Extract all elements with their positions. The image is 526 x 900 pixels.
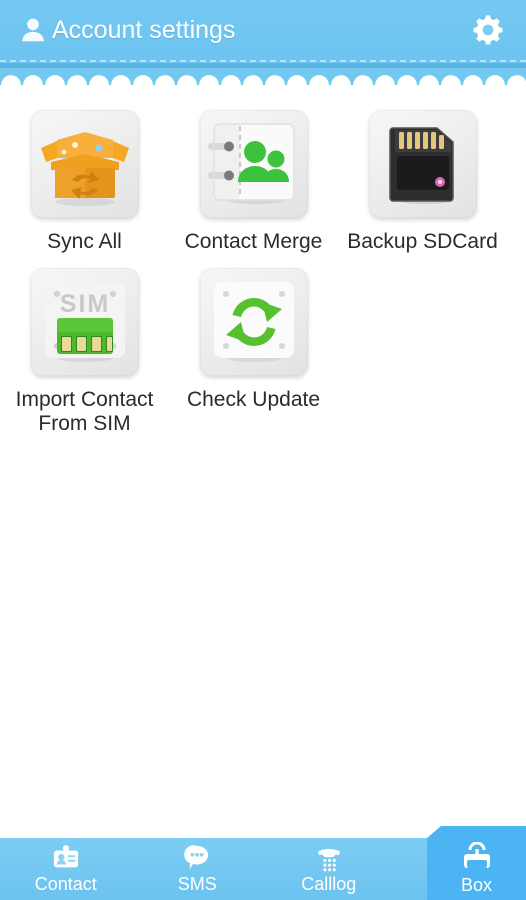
svg-text:SIM: SIM: [59, 290, 109, 318]
grid-item-label: Contact Merge: [184, 230, 323, 253]
nav-item-sms[interactable]: SMS: [132, 838, 264, 900]
person-icon: [22, 18, 44, 42]
nav-item-label: Box: [460, 874, 493, 895]
toolbox-icon: [463, 841, 490, 868]
grid-empty-cell: [338, 254, 507, 436]
sdcard-tile: [368, 110, 477, 218]
sync-box-icon: [40, 132, 129, 206]
grid-item-sync-all[interactable]: Sync All: [0, 96, 169, 254]
header-scallop-base: [0, 85, 526, 88]
grid-item-check-update[interactable]: Check Update: [169, 254, 338, 436]
app-root: Account settings Sync All Contact Merge …: [0, 0, 526, 900]
contact-book-icon: [207, 123, 295, 204]
active-tab-content: Box: [427, 826, 526, 900]
feature-grid: Sync All Contact Merge Backup SDCard SIM…: [0, 96, 526, 436]
nav-item-calllog[interactable]: Calllog: [263, 838, 395, 900]
nav-item-box[interactable]: Box: [427, 826, 526, 900]
header-title-group: Account settings: [18, 0, 235, 60]
grid-item-label: Import Contact From SIM: [15, 388, 154, 435]
sync-box-tile: [30, 110, 139, 218]
page-title: Account settings: [52, 15, 236, 44]
nav-item-label: Calllog: [301, 874, 357, 894]
settings-button[interactable]: [466, 8, 510, 52]
grid-item-backup-sdcard[interactable]: Backup SDCard: [338, 96, 507, 254]
sim-card-tile: SIM: [30, 268, 139, 376]
contact-card-icon: [53, 845, 78, 868]
sim-card-icon: SIM: [44, 282, 125, 362]
speech-bubble-icon: [184, 845, 209, 870]
nav-item-contact[interactable]: Contact: [0, 838, 132, 900]
bottom-navigation-bar: Contact SMS Calllog Box: [0, 826, 526, 900]
gear-icon: [473, 15, 503, 45]
grid-item-label: Sync All: [47, 230, 122, 253]
nav-item-label: SMS: [177, 874, 217, 894]
refresh-arrows-icon: [213, 282, 294, 362]
grid-item-import-contact-from-sim[interactable]: SIM Import Contact From SIM: [0, 254, 169, 436]
nav-item-label: Contact: [34, 874, 97, 894]
grid-item-label: Check Update: [186, 388, 321, 411]
grid-item-contact-merge[interactable]: Contact Merge: [169, 96, 338, 254]
app-header: Account settings: [0, 0, 526, 88]
refresh-tile: [199, 268, 308, 376]
grid-item-label: Backup SDCard: [347, 230, 498, 253]
contact-book-tile: [199, 110, 308, 218]
phone-keypad-icon: [317, 849, 340, 872]
sdcard-icon: [388, 127, 454, 204]
